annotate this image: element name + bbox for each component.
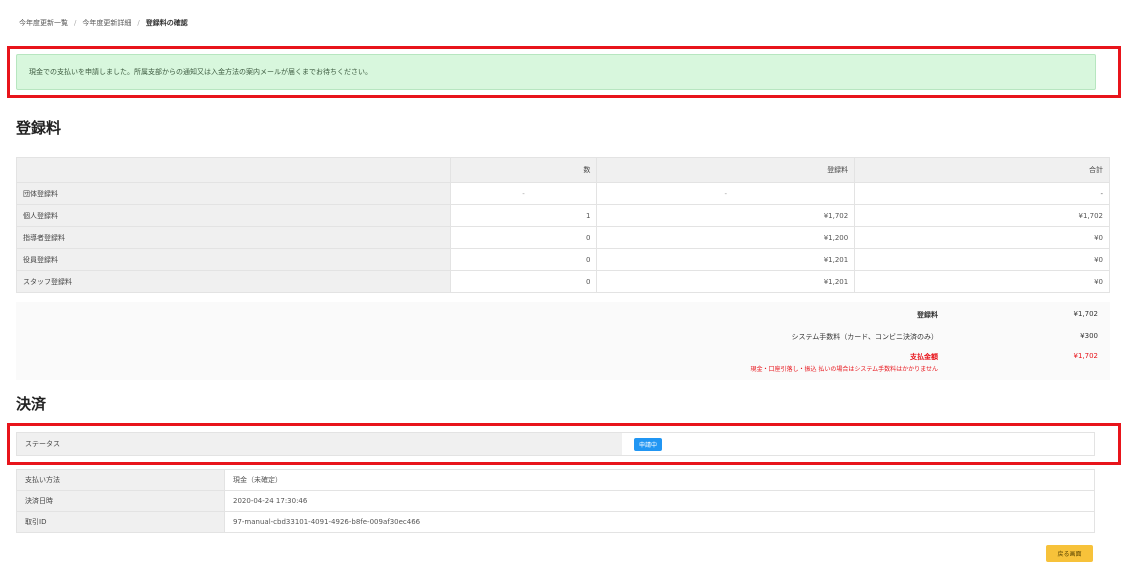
fee-row-total: ¥0 <box>854 270 1110 293</box>
breadcrumb: 今年度更新一覧 / 今年度更新詳細 / 登録料の確認 <box>19 18 188 28</box>
fee-col-label <box>16 157 451 183</box>
status-value: 申請中 <box>622 433 1094 455</box>
fee-col-total: 合計 <box>854 157 1110 183</box>
fee-row-fee: ¥1,201 <box>596 270 856 293</box>
fee-row-label: 役員登録料 <box>16 248 451 271</box>
payment-section-title: 決済 <box>16 395 47 413</box>
fee-col-count: 数 <box>449 157 598 183</box>
payment-table: 支払い方法 現金（未確定） 決済日時 2020-04-24 17:30:46 取… <box>16 469 1095 533</box>
fee-section-title: 登録料 <box>16 119 62 137</box>
system-fee-value: ¥300 <box>1080 332 1098 340</box>
total-value: ¥1,702 <box>1073 352 1099 360</box>
fee-row-count: 0 <box>449 226 598 249</box>
fee-row-count: 0 <box>449 270 598 293</box>
status-badge: 申請中 <box>634 437 663 451</box>
breadcrumb-separator: / <box>74 19 77 27</box>
status-row: ステータス 申請中 <box>16 432 1095 456</box>
table-row: 役員登録料 0 ¥1,201 ¥0 <box>16 248 1110 271</box>
fee-row-label: 団体登録料 <box>16 182 451 205</box>
fee-col-fee: 登録料 <box>596 157 856 183</box>
payment-method-value: 現金（未確定） <box>224 469 1095 491</box>
status-label: ステータス <box>17 433 622 455</box>
subtotal-value: ¥1,702 <box>1073 310 1099 318</box>
fee-row-total: ¥0 <box>854 226 1110 249</box>
table-row: スタッフ登録料 0 ¥1,201 ¥0 <box>16 270 1110 293</box>
fee-row-total: - <box>854 182 1110 205</box>
breadcrumb-separator: / <box>137 19 140 27</box>
fee-row-count: 0 <box>449 248 598 271</box>
payment-method-label: 支払い方法 <box>16 469 225 491</box>
fee-row-fee: ¥1,201 <box>596 248 856 271</box>
fee-table-header: 数 登録料 合計 <box>16 157 1110 183</box>
transaction-id-value: 97-manual-cbd33101-4091-4926-b8fe-009af3… <box>224 511 1095 533</box>
payment-date-value: 2020-04-24 17:30:46 <box>224 490 1095 512</box>
fee-row-fee: ¥1,200 <box>596 226 856 249</box>
table-row: 個人登録料 1 ¥1,702 ¥1,702 <box>16 204 1110 227</box>
success-alert: 現金での支払いを申請しました。所属支部からの通知又は入金方法の案内メールが届くま… <box>16 54 1096 90</box>
table-row: 決済日時 2020-04-24 17:30:46 <box>16 490 1095 512</box>
breadcrumb-link-renewal-detail[interactable]: 今年度更新詳細 <box>82 18 131 28</box>
table-row: 団体登録料 - - - <box>16 182 1110 205</box>
fee-note: 現金・口座引落し・振込 払いの場合はシステム手数料はかかりません <box>750 366 938 373</box>
table-row: 支払い方法 現金（未確定） <box>16 469 1095 491</box>
alert-message: 現金での支払いを申請しました。所属支部からの通知又は入金方法の案内メールが届くま… <box>29 68 372 76</box>
fee-table: 数 登録料 合計 団体登録料 - - - 個人登録料 1 ¥1,702 ¥1,7… <box>16 157 1110 293</box>
total-label: 支払金額 <box>910 353 938 361</box>
fee-row-fee: ¥1,702 <box>596 204 856 227</box>
table-row: 指導者登録料 0 ¥1,200 ¥0 <box>16 226 1110 249</box>
breadcrumb-link-renewal-list[interactable]: 今年度更新一覧 <box>19 18 68 28</box>
payment-date-label: 決済日時 <box>16 490 225 512</box>
fee-row-label: 個人登録料 <box>16 204 451 227</box>
fee-row-total: ¥1,702 <box>854 204 1110 227</box>
fee-row-total: ¥0 <box>854 248 1110 271</box>
breadcrumb-current: 登録料の確認 <box>145 19 188 27</box>
subtotal-label: 登録料 <box>917 311 938 319</box>
fee-row-fee: - <box>596 182 856 205</box>
table-row: 取引ID 97-manual-cbd33101-4091-4926-b8fe-0… <box>16 511 1095 533</box>
system-fee-label: システム手数料（カード、コンビニ決済のみ） <box>791 333 938 341</box>
fee-summary: 登録料 ¥1,702 システム手数料（カード、コンビニ決済のみ） ¥300 支払… <box>16 302 1110 380</box>
fee-row-label: スタッフ登録料 <box>16 270 451 293</box>
fee-row-count: 1 <box>449 204 598 227</box>
transaction-id-label: 取引ID <box>16 511 225 533</box>
back-button[interactable]: 戻る画面 <box>1046 545 1093 562</box>
fee-row-label: 指導者登録料 <box>16 226 451 249</box>
fee-row-count: - <box>449 182 598 205</box>
